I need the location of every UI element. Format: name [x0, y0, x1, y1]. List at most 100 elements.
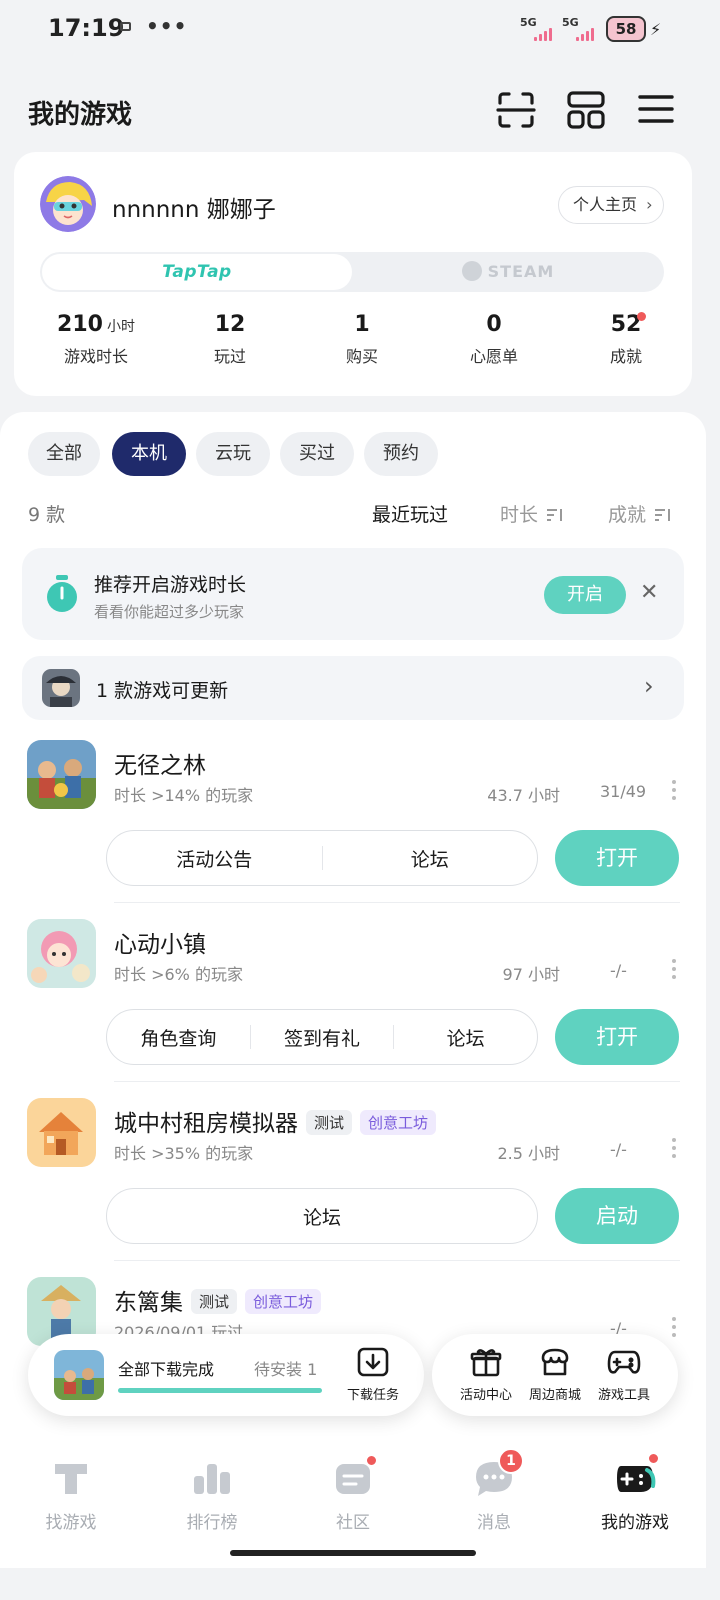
game-item: 城中村租房模拟器 测试 创意工坊 时长 >35% 的玩家 2.5 小时 -/- 论坛…	[0, 1098, 706, 1276]
tab-label: 消息	[477, 1513, 511, 1533]
message-icon: 1	[472, 1448, 524, 1500]
tab-label: 排行榜	[186, 1513, 238, 1533]
tab-label: 找游戏	[45, 1513, 97, 1533]
tools-panel: 活动中心 周边商城 游戏工具	[432, 1334, 678, 1416]
charging-icon: ⚡	[650, 20, 662, 39]
tab-community[interactable]: 社区	[298, 1454, 408, 1533]
platform-tab-taptap[interactable]: TapTap	[42, 254, 352, 290]
stat-unit: 小时	[106, 319, 135, 335]
more-icon[interactable]	[672, 780, 678, 804]
open-game-button[interactable]: 打开	[555, 1009, 679, 1065]
forum-button[interactable]: 论坛	[107, 1203, 537, 1230]
unread-badge: 1	[498, 1448, 524, 1474]
filter-bought[interactable]: 买过	[280, 432, 354, 476]
game-item: 无径之林 时长 >14% 的玩家 43.7 小时 31/49 活动公告 论坛 打…	[0, 740, 706, 918]
tool-label: 活动中心	[459, 1388, 512, 1403]
game-actions: 角色查询 签到有礼 论坛	[106, 1009, 538, 1065]
filter-local[interactable]: 本机	[112, 432, 186, 476]
grid-icon[interactable]	[564, 88, 608, 132]
download-panel[interactable]: 全部下载完成 待安装 1 下载任务	[28, 1334, 424, 1416]
game-name[interactable]: 城中村租房模拟器 测试 创意工坊	[114, 1104, 437, 1138]
divider	[114, 1260, 680, 1261]
game-icon[interactable]	[27, 919, 96, 988]
game-icon[interactable]	[27, 740, 96, 809]
activity-center-button[interactable]: 活动中心	[450, 1346, 522, 1403]
avatar[interactable]	[40, 176, 96, 232]
stat-purchased[interactable]: 1 购买	[302, 312, 422, 367]
close-icon[interactable]: ✕	[640, 580, 658, 605]
stat-achievements[interactable]: 52 成就	[566, 312, 686, 367]
platform-switch: TapTap STEAM	[40, 252, 664, 292]
sort-label: 时长	[500, 504, 539, 526]
forum-button[interactable]: 论坛	[323, 845, 538, 872]
tool-label: 游戏工具	[597, 1388, 650, 1403]
taptap-icon	[49, 1456, 93, 1500]
download-icon	[357, 1347, 389, 1377]
sort-duration[interactable]: 时长	[500, 500, 564, 527]
more-icon[interactable]	[672, 959, 678, 983]
filter-reserved[interactable]: 预约	[364, 432, 438, 476]
stat-playtime[interactable]: 210 小时 游戏时长	[36, 312, 156, 367]
enable-playtime-button[interactable]: 开启	[544, 576, 626, 614]
scan-icon[interactable]	[494, 88, 538, 132]
game-actions: 活动公告 论坛	[106, 830, 538, 886]
tip-title: 推荐开启游戏时长	[94, 574, 247, 596]
game-rank: 时长 >14% 的玩家	[114, 786, 254, 805]
game-hours: 97 小时	[502, 965, 560, 984]
sort-icon	[547, 509, 563, 521]
game-count: 9 款	[28, 504, 66, 526]
filter-all[interactable]: 全部	[28, 432, 100, 476]
announcement-button[interactable]: 活动公告	[107, 845, 322, 872]
character-lookup-button[interactable]: 角色查询	[107, 1024, 250, 1051]
stat-label: 心愿单	[469, 347, 518, 366]
tag-workshop: 创意工坊	[245, 1289, 322, 1314]
game-name[interactable]: 心动小镇	[114, 925, 206, 959]
sort-recent[interactable]: 最近玩过	[372, 500, 448, 527]
stat-value: 12	[214, 312, 246, 337]
status-time: 17:19	[48, 14, 125, 42]
merch-shop-button[interactable]: 周边商城	[519, 1346, 591, 1403]
more-icon[interactable]	[672, 1317, 678, 1341]
game-rank: 时长 >35% 的玩家	[114, 1144, 254, 1163]
tab-find-games[interactable]: 找游戏	[16, 1456, 126, 1533]
download-tasks-label: 下载任务	[346, 1388, 399, 1403]
game-tools-button[interactable]: 游戏工具	[588, 1346, 660, 1403]
open-game-button[interactable]: 打开	[555, 830, 679, 886]
stat-played[interactable]: 12 玩过	[170, 312, 290, 367]
download-tasks-button[interactable]: 下载任务	[338, 1346, 408, 1403]
game-achievements: -/-	[610, 1140, 627, 1159]
update-card[interactable]: 1 款游戏可更新 ›	[22, 656, 684, 720]
game-title: 东篱集	[114, 1290, 183, 1316]
checkin-reward-button[interactable]: 签到有礼	[251, 1024, 394, 1051]
stat-wishlist[interactable]: 0 心愿单	[434, 312, 554, 367]
sort-achievement[interactable]: 成就	[608, 500, 672, 527]
game-name[interactable]: 东篱集 测试 创意工坊	[114, 1283, 322, 1317]
profile-card: nnnnnn 娜娜子 个人主页 › TapTap STEAM 210 小时 游戏时…	[14, 152, 692, 396]
game-name[interactable]: 无径之林	[114, 746, 206, 780]
signal-icon: 5G	[520, 16, 560, 44]
ranking-icon	[190, 1456, 234, 1500]
more-notifications-icon: •••	[146, 14, 188, 38]
filter-cloud[interactable]: 云玩	[196, 432, 270, 476]
tag-workshop: 创意工坊	[360, 1110, 437, 1135]
tab-messages[interactable]: 1 消息	[439, 1448, 549, 1533]
home-indicator[interactable]	[230, 1550, 476, 1556]
divider	[114, 1081, 680, 1082]
notification-dot	[637, 312, 646, 321]
status-bar: 17:19 ••• 5G 5G 58 ⚡	[0, 0, 706, 60]
my-games-icon	[613, 1452, 660, 1500]
update-text: 1 款游戏可更新	[96, 680, 229, 702]
forum-button[interactable]: 论坛	[394, 1024, 537, 1051]
menu-icon[interactable]	[634, 88, 678, 132]
platform-tab-steam[interactable]: STEAM	[354, 254, 662, 290]
more-icon[interactable]	[672, 1138, 678, 1162]
tip-subtitle: 看看你能超过多少玩家	[94, 603, 245, 621]
tab-my-games[interactable]: 我的游戏	[580, 1452, 690, 1533]
steam-icon	[461, 261, 482, 281]
profile-homepage-button[interactable]: 个人主页 ›	[558, 186, 664, 224]
launch-game-button[interactable]: 启动	[555, 1188, 679, 1244]
game-icon[interactable]	[27, 1098, 96, 1167]
tab-ranking[interactable]: 排行榜	[157, 1456, 267, 1533]
chevron-right-icon: ›	[644, 672, 654, 700]
homepage-label: 个人主页	[573, 195, 638, 214]
